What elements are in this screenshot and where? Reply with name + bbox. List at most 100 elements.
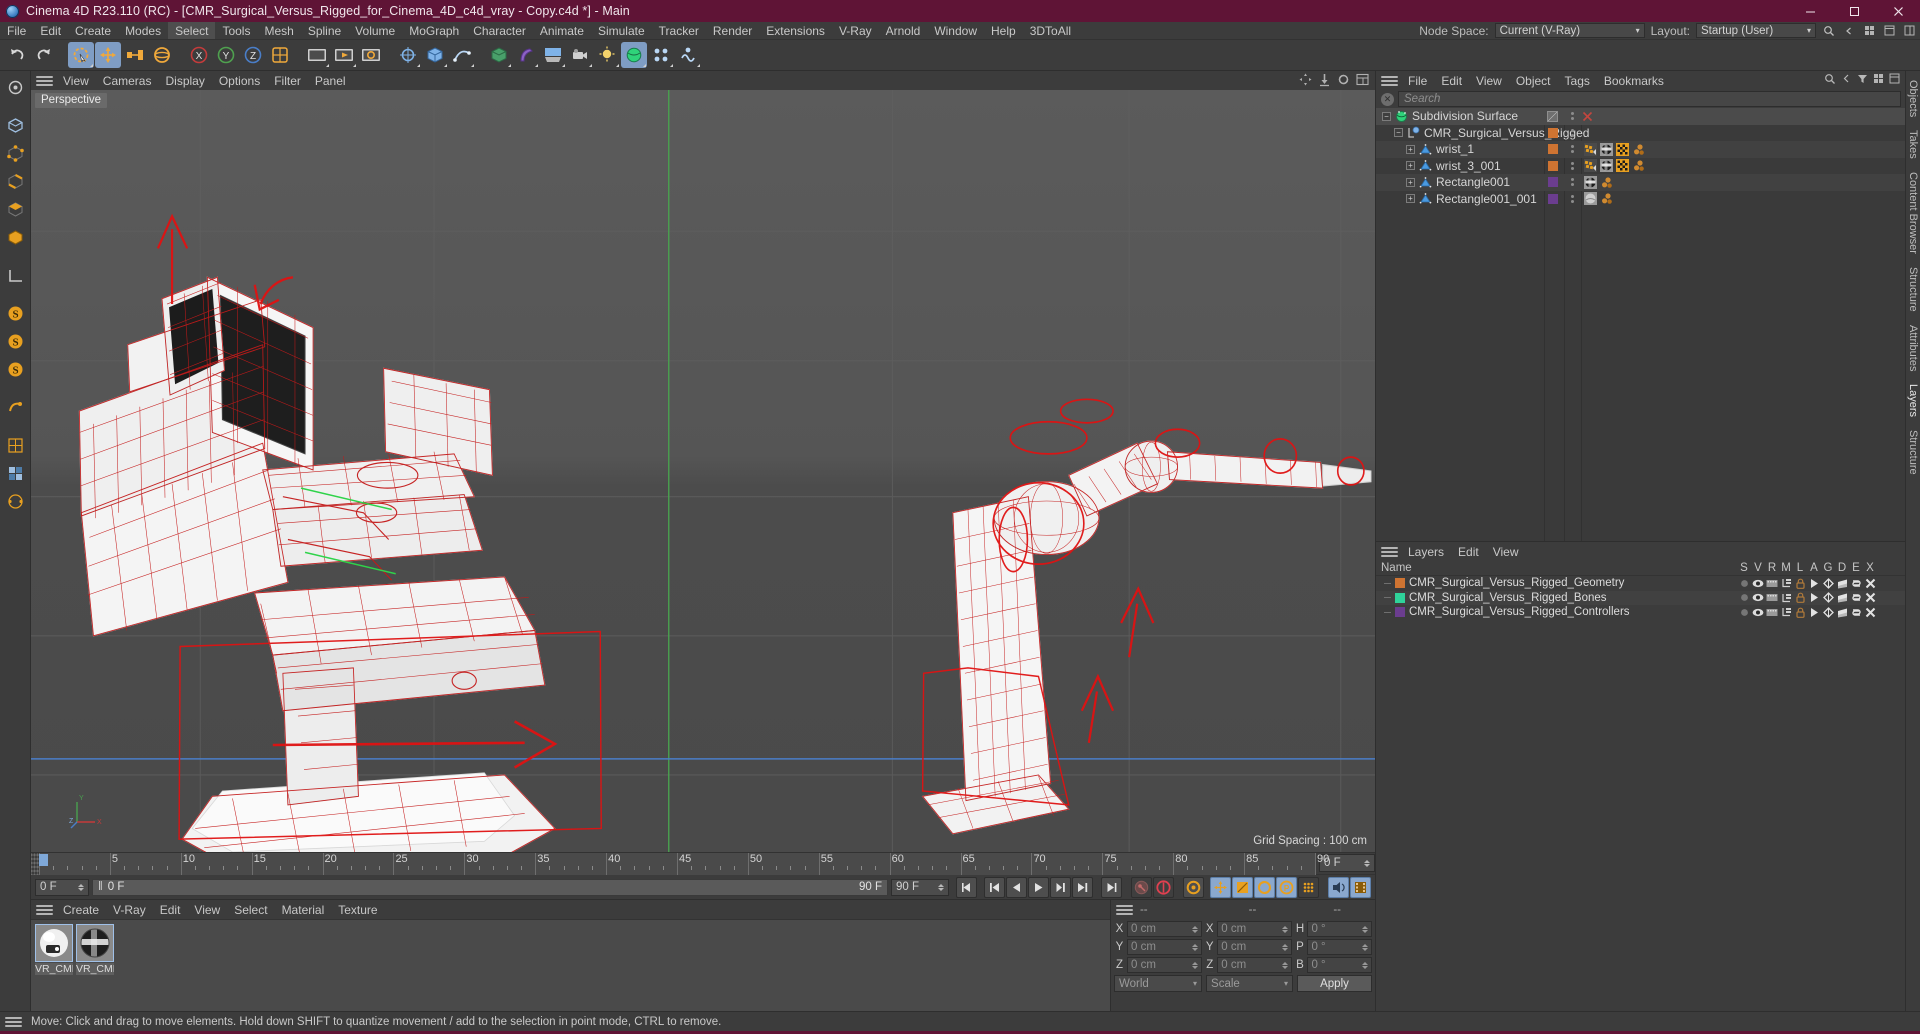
- expander-plus-icon[interactable]: +: [1406, 194, 1415, 204]
- workplane-mode-button[interactable]: [2, 262, 28, 288]
- layer-chip-cell[interactable]: [1544, 158, 1561, 175]
- frame-range-bar[interactable]: ‖ 0 F 90 F: [92, 878, 888, 896]
- expander-plus-icon[interactable]: +: [1406, 144, 1415, 154]
- coord-input-size-x[interactable]: 0 cm: [1217, 921, 1293, 937]
- go-to-start-button[interactable]: [956, 876, 977, 898]
- search-icon[interactable]: [1822, 24, 1836, 38]
- object-row-rectangle001[interactable]: + Rectangle001: [1376, 174, 1905, 191]
- tab-structure-2[interactable]: Structure: [1907, 425, 1919, 480]
- coord-input-rot-p[interactable]: 0 °: [1307, 939, 1372, 955]
- z-axis-lock-button[interactable]: Z: [240, 42, 266, 68]
- viewport-menu-view[interactable]: View: [56, 74, 96, 88]
- layer-color-chip[interactable]: [1395, 607, 1405, 618]
- simulate-button[interactable]: [675, 42, 701, 68]
- layer-menu-layers[interactable]: Layers: [1401, 545, 1451, 559]
- manager-icon[interactable]: [1779, 576, 1793, 591]
- render-settings-button[interactable]: [358, 42, 384, 68]
- spinner-icon[interactable]: [1361, 925, 1368, 933]
- menu-modes[interactable]: Modes: [118, 22, 168, 39]
- material-menu-vray[interactable]: V-Ray: [106, 903, 153, 917]
- play-button[interactable]: [1028, 876, 1049, 898]
- weight-tag-icon[interactable]: [1584, 142, 1597, 156]
- expander-plus-icon[interactable]: +: [1406, 177, 1415, 187]
- menu-3dtoall[interactable]: 3DToAll: [1023, 22, 1078, 39]
- spinner-icon[interactable]: [78, 883, 84, 891]
- deformer-icon[interactable]: [1835, 576, 1849, 591]
- menu-spline[interactable]: Spline: [301, 22, 348, 39]
- layer-menu-edit[interactable]: Edit: [1451, 545, 1486, 559]
- eye-icon[interactable]: [1751, 576, 1765, 591]
- pan-view-icon[interactable]: [1318, 73, 1331, 89]
- primitive-cube-button[interactable]: [422, 42, 448, 68]
- layer-chip-cell[interactable]: [1544, 141, 1561, 158]
- layer-chip-cell[interactable]: [1544, 191, 1561, 208]
- viewport-menu-cameras[interactable]: Cameras: [96, 74, 159, 88]
- coord-input-size-z[interactable]: 0 cm: [1217, 957, 1293, 973]
- material-preview-swatch[interactable]: [35, 924, 73, 962]
- viewport-3d[interactable]: Perspective Grid Spacing : 100 cm Y X Z: [31, 90, 1375, 852]
- animation-icon[interactable]: [1807, 605, 1821, 620]
- snap-mode-button[interactable]: S: [2, 356, 28, 382]
- hamburger-menu-icon[interactable]: [1116, 903, 1133, 916]
- viewport-menu-filter[interactable]: Filter: [267, 74, 308, 88]
- object-menu-edit[interactable]: Edit: [1434, 74, 1469, 88]
- eye-icon[interactable]: [1751, 605, 1765, 620]
- live-selection-button[interactable]: [68, 42, 94, 68]
- layer-chip-cell[interactable]: [1544, 174, 1561, 191]
- viewport-menu-options[interactable]: Options: [212, 74, 267, 88]
- search-input[interactable]: Search: [1398, 91, 1901, 107]
- menu-file[interactable]: File: [0, 22, 33, 39]
- spinner-icon[interactable]: [1192, 943, 1199, 951]
- xpresso-icon[interactable]: [1863, 605, 1877, 620]
- visibility-dots-cell[interactable]: [1564, 158, 1581, 175]
- point-cache-tag-icon[interactable]: [1632, 143, 1645, 156]
- xpresso-icon[interactable]: [1863, 591, 1877, 606]
- point-mode-button[interactable]: [2, 140, 28, 166]
- uv-mesh-button[interactable]: [2, 432, 28, 458]
- hamburger-menu-icon[interactable]: [36, 903, 53, 916]
- menu-help[interactable]: Help: [984, 22, 1023, 39]
- object-row-wrist-3-001[interactable]: + wrist_3_001: [1376, 158, 1905, 175]
- texture-mode-button[interactable]: [2, 224, 28, 250]
- light-button[interactable]: [594, 42, 620, 68]
- step-forward-button[interactable]: [1050, 876, 1071, 898]
- layer-row-bones[interactable]: CMR_Surgical_Versus_Rigged_Bones: [1376, 590, 1905, 606]
- point-cache-tag-icon[interactable]: [1600, 176, 1613, 189]
- window-icon[interactable]: [1882, 24, 1896, 38]
- apply-button[interactable]: Apply: [1297, 975, 1372, 992]
- menu-mograph[interactable]: MoGraph: [402, 22, 466, 39]
- subdivision-surface-button[interactable]: [621, 42, 647, 68]
- rotate-button[interactable]: [149, 42, 175, 68]
- layer-menu-view[interactable]: View: [1486, 545, 1526, 559]
- solo-dot-icon[interactable]: [1737, 591, 1751, 606]
- lock-icon[interactable]: [1793, 591, 1807, 606]
- minimize-button[interactable]: [1788, 0, 1832, 22]
- deformer-icon[interactable]: [1835, 605, 1849, 620]
- layer-row-geometry[interactable]: CMR_Surgical_Versus_Rigged_Geometry: [1376, 576, 1905, 591]
- hamburger-menu-icon[interactable]: [1381, 545, 1398, 558]
- maximize-view-icon[interactable]: [1356, 73, 1369, 89]
- close-x-icon[interactable]: [1581, 110, 1594, 123]
- expression-icon[interactable]: [1849, 605, 1863, 620]
- search-icon[interactable]: [1824, 73, 1836, 88]
- coordinate-system-select[interactable]: World ▾: [1114, 975, 1203, 992]
- coord-input-pos-y[interactable]: 0 cm: [1127, 939, 1203, 955]
- spinner-icon[interactable]: [1361, 943, 1368, 951]
- record-active-objects-button[interactable]: [1131, 876, 1152, 898]
- render-region-button[interactable]: [331, 42, 357, 68]
- spinner-icon[interactable]: [1282, 961, 1289, 969]
- spinner-icon[interactable]: [1192, 961, 1199, 969]
- rotate-view-icon[interactable]: [1337, 73, 1350, 89]
- object-mode-button[interactable]: [2, 112, 28, 138]
- grey-material-tag-icon[interactable]: [1584, 192, 1597, 206]
- autokeying-button[interactable]: [1153, 876, 1174, 898]
- animation-icon[interactable]: [1807, 576, 1821, 591]
- render-icon[interactable]: [1765, 591, 1779, 606]
- lock-workplane-button[interactable]: S: [2, 328, 28, 354]
- move-button[interactable]: [95, 42, 121, 68]
- manager-icon[interactable]: [1779, 605, 1793, 620]
- material-list[interactable]: VR_CMR VR_CMR: [31, 919, 1110, 1011]
- menu-character[interactable]: Character: [466, 22, 533, 39]
- sound-button[interactable]: [1328, 876, 1349, 898]
- step-back-button[interactable]: [1006, 876, 1027, 898]
